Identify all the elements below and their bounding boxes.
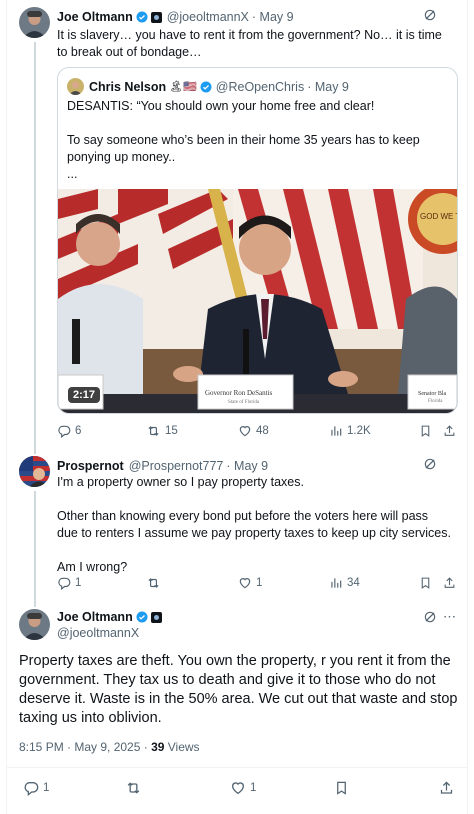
grok-icon[interactable] [423,610,437,629]
reply-count: 6 [75,425,82,437]
author-name[interactable]: Joe Oltmann [57,609,133,625]
avatar[interactable] [19,7,50,38]
quote-line: DESANTIS: “You should own your home free… [67,99,375,113]
like-count: 1 [256,577,263,589]
like-icon [230,780,246,796]
like-count: 48 [256,425,269,437]
reply-icon [57,576,71,590]
reply-count: 1 [43,782,50,794]
repost-count: 15 [165,425,178,437]
placard-right-sub: Florida [428,399,443,404]
bookmark-icon [419,576,432,590]
views-count: 34 [347,577,360,589]
divider [6,767,468,768]
views-icon [329,424,343,438]
avatar[interactable] [19,456,50,487]
like-button[interactable]: 48 [238,424,269,438]
bookmark-button[interactable] [419,576,432,590]
tweet-timestamp[interactable]: 8:15 PM · May 9, 2025 · [19,740,151,754]
like-button[interactable]: 1 [238,576,262,590]
bookmark-button[interactable] [334,780,349,796]
focused-tweet-text: Property taxes are theft. You own the pr… [19,653,458,726]
share-button[interactable] [443,424,456,438]
tweet-time[interactable]: · May 9 [226,458,268,474]
tweet-header: Joe Oltmann @joeoltmannX · May 9 [57,9,294,25]
tweet-paragraph: Am I wrong? [57,560,128,574]
quote-author-name[interactable]: Chris Nelson [89,79,166,95]
thread-line [34,491,36,607]
author-handle[interactable]: @Prospernot777 [129,458,224,474]
share-icon [443,576,456,590]
quote-time[interactable]: · May 9 [307,79,349,95]
author-handle[interactable]: @joeoltmannX [57,625,139,641]
repost-button[interactable]: 15 [146,424,178,438]
reply-count: 1 [75,577,82,589]
tweet-paragraph: Other than knowing every bond put before… [57,509,451,540]
name-emoji: 🏝🇺🇸 [169,81,197,93]
bookmark-icon [419,424,432,438]
quote-line: ... [67,167,78,181]
video-duration: 2:17 [68,387,101,403]
placard-sub: State of Florida [228,400,260,405]
views-icon [329,576,343,590]
bookmark-icon [334,780,349,796]
tweet-handle-row: @joeoltmannX [57,625,139,641]
like-icon [238,424,252,438]
tweet-time[interactable]: · May 9 [252,9,294,25]
views-count: 1.2K [347,425,371,437]
verified-icon [136,611,148,623]
share-button[interactable] [443,576,456,590]
author-name[interactable]: Joe Oltmann [57,9,133,25]
tweet-text: I'm a property owner so I pay property t… [57,474,452,576]
quote-text: DESANTIS: “You should own your home free… [67,98,452,183]
views-button[interactable]: 1.2K [329,424,371,438]
affiliate-badge-icon [150,611,162,623]
quote-header: Chris Nelson 🏝🇺🇸 @ReOpenChris · May 9 [89,79,349,95]
avatar[interactable] [67,78,84,95]
author-handle[interactable]: @joeoltmannX [167,9,249,25]
video-thumbnail[interactable]: GOD WE TRUST Governor Ron DeSantis State… [58,189,457,413]
grok-icon[interactable] [423,8,437,27]
affiliate-badge-icon [150,11,162,23]
repost-icon [146,576,161,590]
more-options-icon[interactable]: ⋯ [443,610,456,624]
thread-line [34,42,36,454]
like-button[interactable]: 1 [230,780,256,796]
reply-button[interactable]: 6 [57,424,81,438]
seal-text: GOD WE TRUST [420,212,457,221]
tweet-header: Joe Oltmann [57,609,162,625]
tweet-paragraph: I'm a property owner so I pay property t… [57,475,304,489]
placard-text: Governor Ron DeSantis [205,389,273,397]
quote-line: To say someone who’s been in their home … [67,133,420,164]
tweet-meta: 8:15 PM · May 9, 2025 · 39 Views [19,740,200,754]
tweet-text: It is slavery… you have to rent it from … [57,28,442,59]
quote-author-handle[interactable]: @ReOpenChris [216,79,304,95]
placard-right-text: Senator Bla [418,391,446,397]
like-count: 1 [250,782,257,794]
verified-icon [200,81,212,93]
share-button[interactable] [439,780,454,796]
like-icon [238,576,252,590]
avatar[interactable] [19,609,50,640]
quoted-tweet[interactable]: Chris Nelson 🏝🇺🇸 @ReOpenChris · May 9 DE… [57,67,458,414]
views-count: 39 [151,740,165,754]
tweet-header: Prospernot @Prospernot777 · May 9 [57,458,268,474]
bookmark-button[interactable] [419,424,432,438]
repost-icon [125,780,142,796]
repost-icon [146,424,161,438]
reply-button[interactable]: 1 [57,576,81,590]
author-name[interactable]: Prospernot [57,458,124,474]
repost-button[interactable] [125,780,142,796]
views-label: Views [164,740,200,754]
share-icon [439,780,454,796]
reply-icon [23,780,39,796]
reply-button[interactable]: 1 [23,780,49,796]
verified-icon [136,11,148,23]
views-button[interactable]: 34 [329,576,360,590]
reply-icon [57,424,71,438]
repost-button[interactable] [146,576,165,590]
share-icon [443,424,456,438]
